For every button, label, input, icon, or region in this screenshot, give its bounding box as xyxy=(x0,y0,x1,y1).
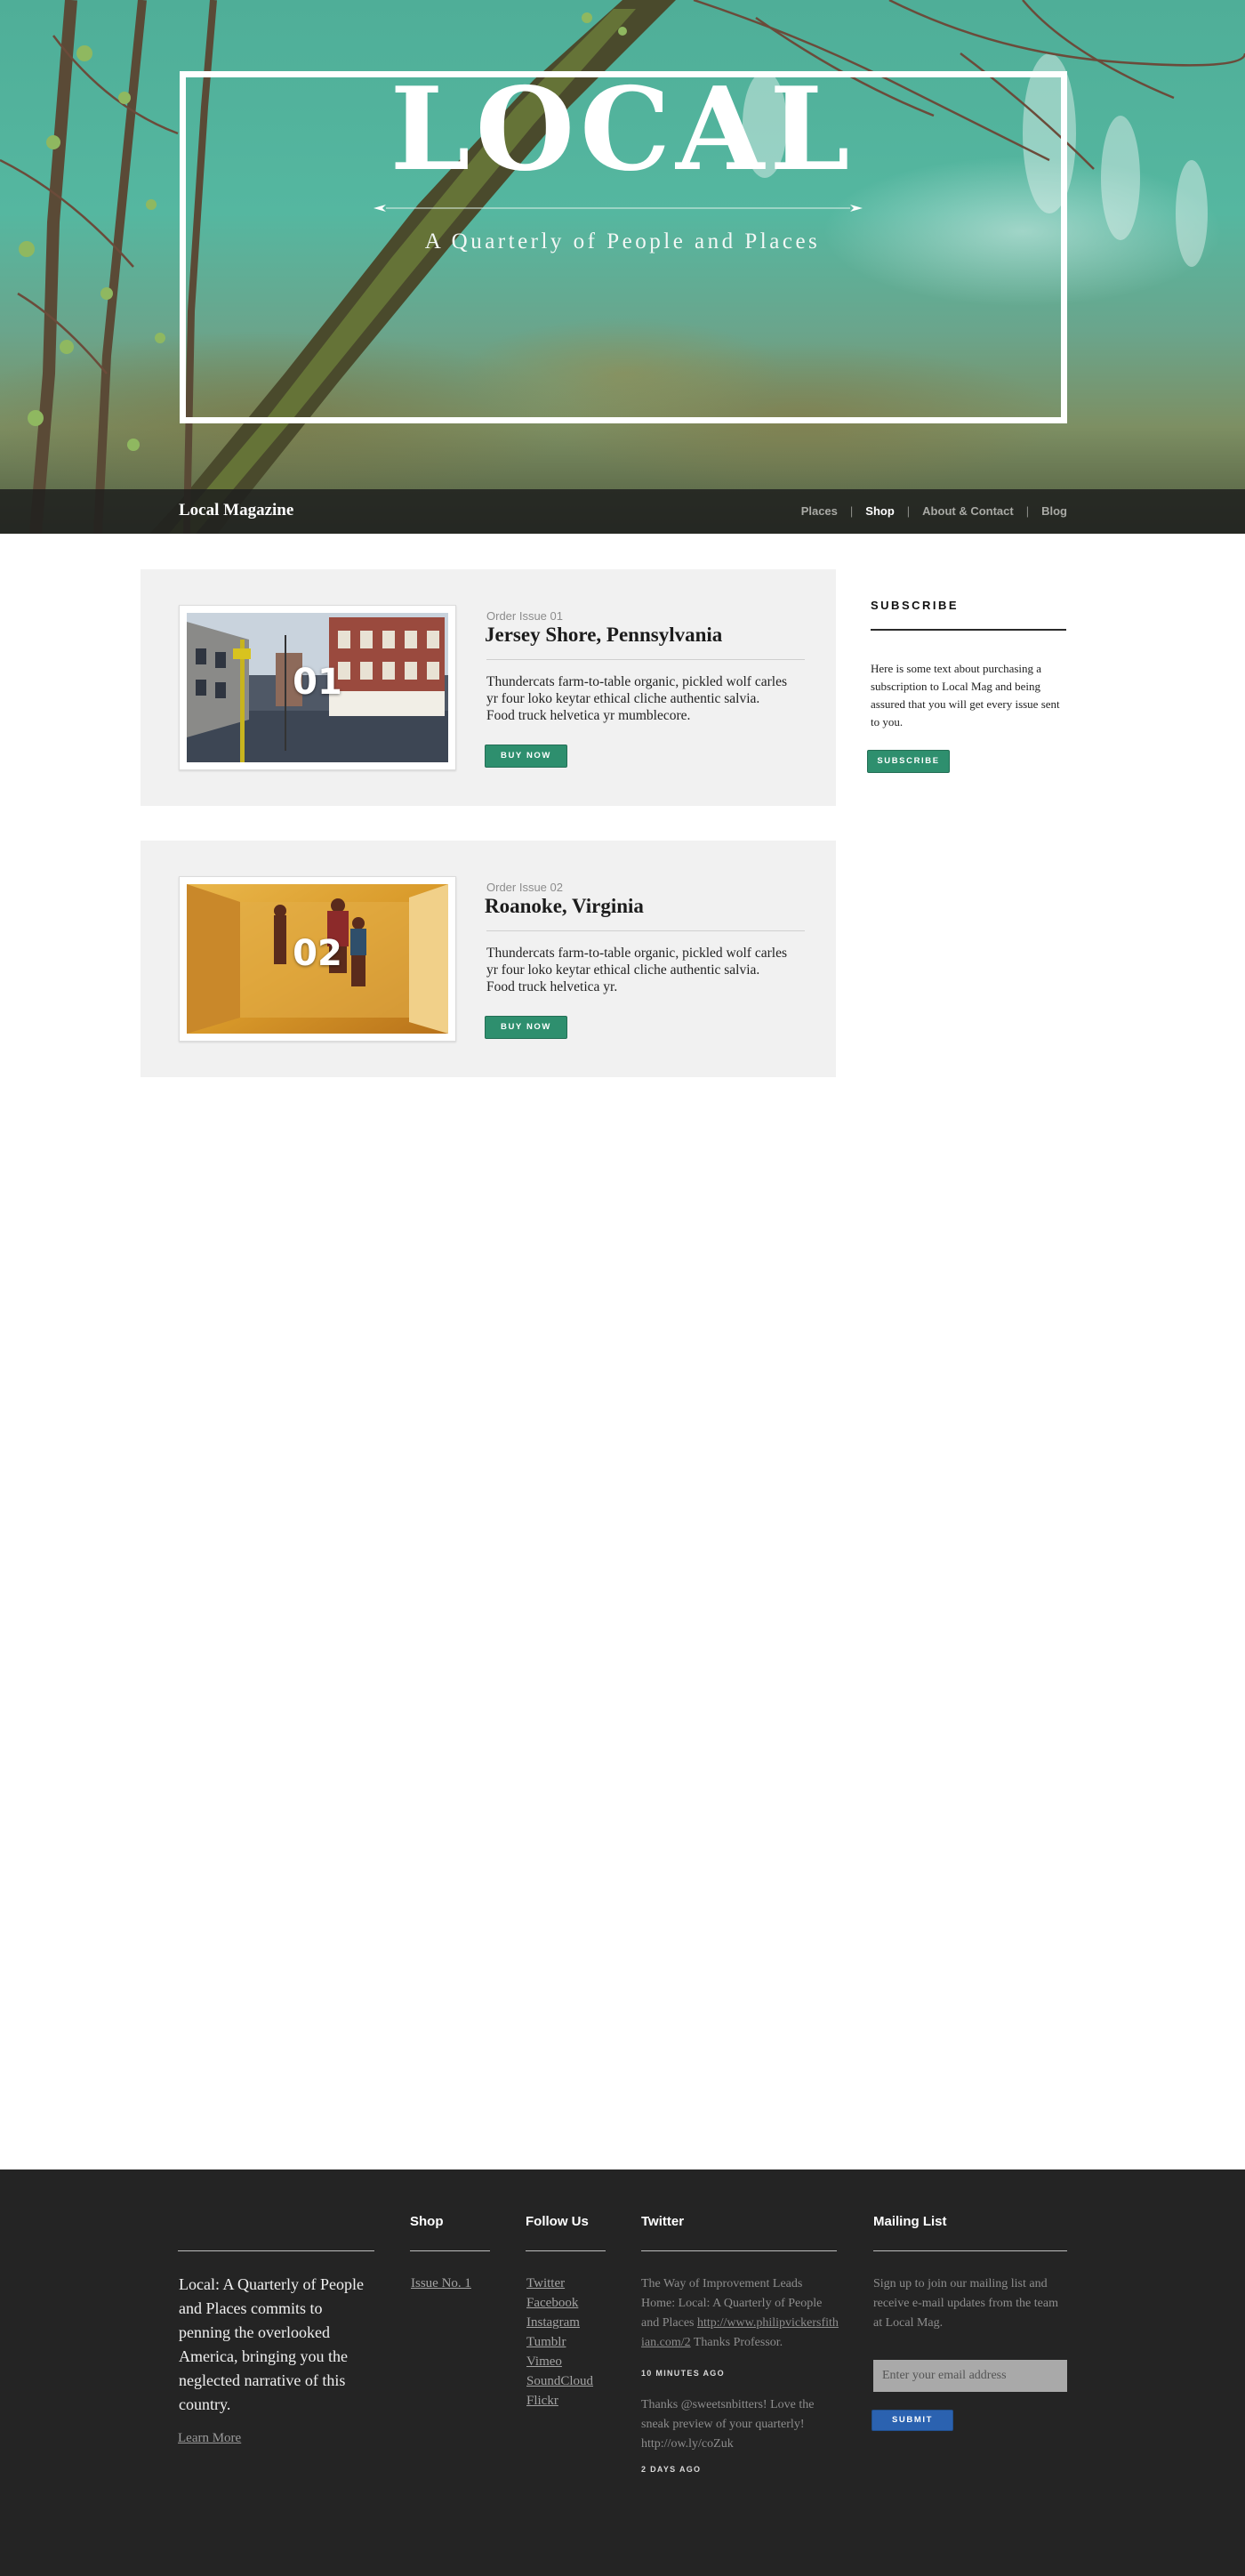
divider xyxy=(873,2250,1067,2251)
divider xyxy=(871,629,1066,631)
footer-follow-heading: Follow Us xyxy=(526,2214,589,2229)
footer-mailing-heading: Mailing List xyxy=(873,2214,947,2229)
email-input[interactable] xyxy=(873,2360,1067,2392)
divider xyxy=(486,930,805,931)
tweet-text: Thanks Professor. xyxy=(690,2336,783,2349)
footer-shop-heading: Shop xyxy=(410,2214,444,2229)
issue-02-photo: 02 xyxy=(187,884,448,1034)
divider xyxy=(641,2250,837,2251)
mailing-text: Sign up to join our mailing list and rec… xyxy=(873,2277,1058,2330)
issue-title: Roanoke, Virginia xyxy=(485,895,644,917)
product-card-issue-01: 01 Order Issue 01 Jersey Shore, Pennsylv… xyxy=(141,569,836,806)
issue-description: Thundercats farm-to-table organic, pickl… xyxy=(486,674,787,723)
tweet: Thanks @sweetsnbitters! Love the sneak p… xyxy=(641,2395,839,2454)
footer-twitter-heading: Twitter xyxy=(641,2214,685,2229)
divider xyxy=(526,2250,606,2251)
issue-number: 01 xyxy=(293,662,342,703)
divider xyxy=(178,2250,374,2251)
order-label: Order Issue 01 xyxy=(486,609,563,623)
tweet-timestamp: 2 DAYS AGO xyxy=(641,2465,702,2474)
issue-01-photo: 01 xyxy=(187,613,448,762)
hero-banner: LOCAL A Quarterly of People and Places L… xyxy=(0,0,1245,534)
footer-about-text: Local: A Quarterly of People and Places … xyxy=(179,2275,364,2413)
divider xyxy=(410,2250,490,2251)
nav-separator: | xyxy=(906,504,911,518)
issue-description: Thundercats farm-to-table organic, pickl… xyxy=(486,946,787,994)
buy-now-button[interactable]: BUY NOW xyxy=(485,745,567,768)
footer-link-tumblr[interactable]: Tumblr xyxy=(526,2332,566,2352)
buy-now-button[interactable]: BUY NOW xyxy=(485,1016,567,1039)
product-thumbnail[interactable]: 02 xyxy=(179,876,456,1042)
navbar: Local Magazine Places | Shop | About & C… xyxy=(0,489,1245,534)
issue-title: Jersey Shore, Pennsylvania xyxy=(485,624,723,646)
nav-separator: | xyxy=(849,504,854,518)
footer-link-facebook[interactable]: Facebook xyxy=(526,2293,578,2313)
order-label: Order Issue 02 xyxy=(486,881,563,894)
footer-link-vimeo[interactable]: Vimeo xyxy=(526,2352,562,2371)
product-thumbnail[interactable]: 01 xyxy=(179,605,456,770)
nav-item-blog[interactable]: Blog xyxy=(1041,504,1067,518)
footer-link-twitter[interactable]: Twitter xyxy=(526,2274,565,2293)
divider xyxy=(486,659,805,660)
issue-number: 02 xyxy=(293,933,342,974)
footer-link-flickr[interactable]: Flickr xyxy=(526,2391,558,2411)
tweet-timestamp: 10 MINUTES AGO xyxy=(641,2369,725,2378)
hero-ornament-rule xyxy=(374,205,863,212)
subscribe-button[interactable]: SUBSCRIBE xyxy=(867,750,950,773)
subscribe-heading: SUBSCRIBE xyxy=(871,599,960,612)
tweet-text: Thanks @sweetsnbitters! Love the sneak p… xyxy=(641,2398,815,2451)
learn-more-link[interactable]: Learn More xyxy=(178,2431,241,2446)
hero-title: LOCAL xyxy=(390,63,855,197)
footer-link-instagram[interactable]: Instagram xyxy=(526,2313,580,2332)
footer-link-issue-1[interactable]: Issue No. 1 xyxy=(411,2274,471,2293)
nav-item-shop[interactable]: Shop xyxy=(865,504,895,518)
main-nav: Places | Shop | About & Contact | Blog xyxy=(801,504,1067,518)
footer-link-soundcloud[interactable]: SoundCloud xyxy=(526,2371,593,2391)
footer: Local: A Quarterly of People and Places … xyxy=(0,2169,1245,2576)
nav-separator: | xyxy=(1025,504,1030,518)
hero-subtitle: A Quarterly of People and Places xyxy=(424,229,821,254)
nav-item-places[interactable]: Places xyxy=(801,504,838,518)
brand-logo[interactable]: Local Magazine xyxy=(179,501,293,520)
nav-item-about-contact[interactable]: About & Contact xyxy=(922,504,1014,518)
tweet: The Way of Improvement Leads Home: Local… xyxy=(641,2274,839,2353)
subscribe-text: Here is some text about purchasing a sub… xyxy=(871,662,1060,729)
submit-button[interactable]: SUBMIT xyxy=(872,2410,953,2431)
product-card-issue-02: 02 Order Issue 02 Roanoke, Virginia Thun… xyxy=(141,841,836,1077)
